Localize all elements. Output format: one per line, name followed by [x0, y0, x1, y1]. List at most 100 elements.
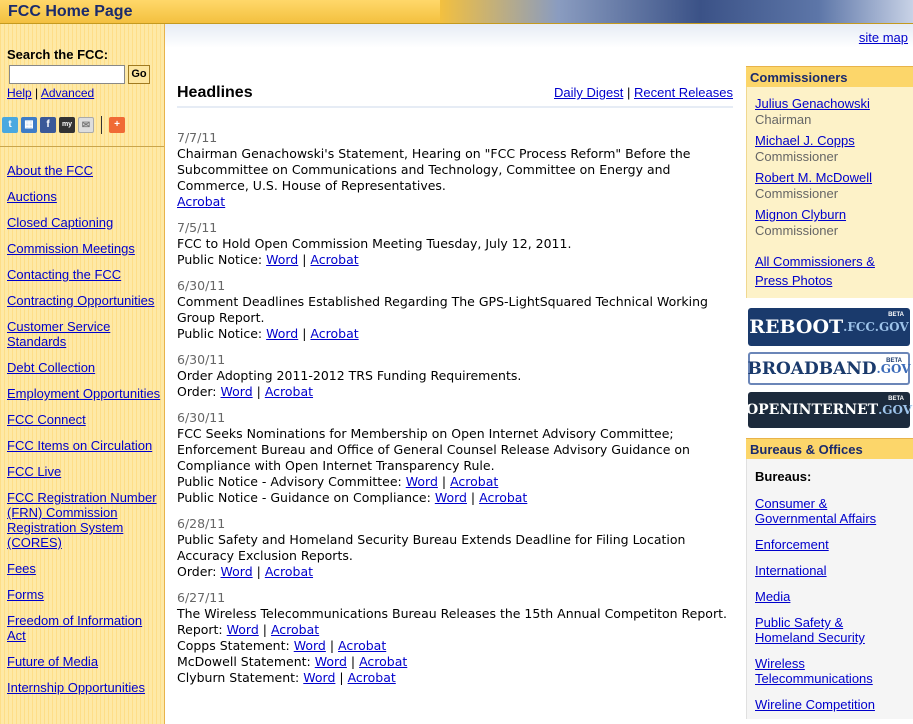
document-label: McDowell Statement:: [177, 654, 311, 669]
left-nav-link[interactable]: Closed Captioning: [7, 215, 162, 230]
left-nav-link[interactable]: Customer Service Standards: [7, 319, 162, 349]
link-separator: |: [298, 326, 311, 341]
search-label: Search the FCC:: [7, 47, 109, 62]
headline-date: 6/30/11: [177, 278, 226, 293]
commissioner-name-link[interactable]: Mignon Clyburn: [755, 207, 846, 222]
left-nav-link[interactable]: Fees: [7, 561, 162, 576]
headline-item: 6/28/11 Public Safety and Homeland Securi…: [177, 516, 733, 580]
headline-text: Public Safety and Homeland Security Bure…: [177, 532, 686, 563]
document-links-row: McDowell Statement: Word | Acrobat: [177, 654, 733, 670]
left-nav-link[interactable]: FCC Registration Number (FRN) Commission…: [7, 490, 162, 550]
recent-releases-link[interactable]: Recent Releases: [634, 85, 733, 100]
document-links-row: Report: Word | Acrobat: [177, 622, 733, 638]
word-document-link[interactable]: Word: [266, 252, 298, 267]
bureau-link[interactable]: Wireline Competition: [755, 697, 905, 712]
advanced-search-link[interactable]: Advanced: [41, 86, 94, 100]
commissioners-header: Commissioners: [746, 66, 913, 87]
bureaus-box: Bureaus: Consumer & Governmental Affairs…: [746, 459, 913, 719]
help-link[interactable]: Help: [7, 86, 32, 100]
bureau-link[interactable]: International: [755, 563, 905, 578]
myspace-icon[interactable]: my: [59, 117, 75, 133]
acrobat-document-link[interactable]: Acrobat: [265, 384, 313, 399]
left-nav-link[interactable]: About the FCC: [7, 163, 162, 178]
bureau-link[interactable]: Consumer & Governmental Affairs: [755, 496, 905, 526]
beta-badge: BETA: [888, 396, 904, 402]
acrobat-document-link[interactable]: Acrobat: [310, 252, 358, 267]
site-map-link[interactable]: site map: [859, 30, 908, 45]
acrobat-document-link[interactable]: Acrobat: [338, 638, 386, 653]
openinternet-gov-logo[interactable]: OPENINTERNET .GOV BETA: [746, 392, 912, 428]
acrobat-document-link[interactable]: Acrobat: [265, 564, 313, 579]
left-nav-link[interactable]: Future of Media: [7, 654, 162, 669]
beta-badge: BETA: [886, 358, 902, 364]
document-links-row: Order: Word | Acrobat: [177, 564, 733, 580]
commissioner-role: Commissioner: [755, 149, 839, 164]
left-nav-link[interactable]: Employment Opportunities: [7, 386, 162, 401]
word-document-link[interactable]: Word: [294, 638, 326, 653]
daily-digest-link[interactable]: Daily Digest: [554, 85, 623, 100]
link-separator: |: [35, 86, 39, 100]
left-nav-link[interactable]: Debt Collection: [7, 360, 162, 375]
left-nav-link[interactable]: FCC Live: [7, 464, 162, 479]
acrobat-document-link[interactable]: Acrobat: [479, 490, 527, 505]
word-document-link[interactable]: Word: [221, 384, 253, 399]
word-document-link[interactable]: Word: [406, 474, 438, 489]
acrobat-document-link[interactable]: Acrobat: [359, 654, 407, 669]
acrobat-document-link[interactable]: Acrobat: [348, 670, 396, 685]
word-document-link[interactable]: Word: [303, 670, 335, 685]
commissioner-name-link[interactable]: Julius Genachowski: [755, 96, 870, 111]
document-links-row: Order: Word | Acrobat: [177, 384, 733, 400]
headline-date: 6/27/11: [177, 590, 226, 605]
left-nav-link[interactable]: FCC Connect: [7, 412, 162, 427]
broadband-gov-logo[interactable]: BROADBAND .GOV BETA: [747, 352, 911, 385]
delicious-icon[interactable]: ▦: [21, 117, 37, 133]
addthis-plus-icon[interactable]: +: [109, 117, 125, 133]
bureau-link[interactable]: Wireless Telecommunications: [755, 656, 905, 686]
left-nav: About the FCC Auctions Closed Captioning Co…: [7, 163, 162, 706]
acrobat-document-link[interactable]: Acrobat: [310, 326, 358, 341]
left-nav-link[interactable]: Commission Meetings: [7, 241, 162, 256]
headline-text: Order Adopting 2011-2012 TRS Funding Req…: [177, 368, 522, 383]
link-separator: |: [626, 85, 631, 100]
acrobat-document-link[interactable]: Acrobat: [271, 622, 319, 637]
commissioner-name-link[interactable]: Michael J. Copps: [755, 133, 855, 148]
headlines-header: Headlines Daily Digest | Recent Releases: [177, 84, 733, 108]
headline-text: FCC to Hold Open Commission Meeting Tues…: [177, 236, 572, 251]
headline-date: 6/28/11: [177, 516, 226, 531]
all-commissioners-link[interactable]: All Commissioners & Press Photos: [755, 254, 875, 288]
facebook-icon[interactable]: f: [40, 117, 56, 133]
commissioner-name-link[interactable]: Robert M. McDowell: [755, 170, 872, 185]
reboot-fcc-logo[interactable]: REBOOT .FCC.GOV BETA: [748, 308, 910, 346]
left-nav-link[interactable]: Contacting the FCC: [7, 267, 162, 282]
page-title: FCC Home Page: [8, 3, 133, 20]
twitter-icon[interactable]: t: [2, 117, 18, 133]
word-document-link[interactable]: Word: [227, 622, 259, 637]
go-button[interactable]: Go: [128, 65, 150, 84]
email-icon[interactable]: ✉: [78, 117, 94, 133]
left-nav-link[interactable]: Contracting Opportunities: [7, 293, 162, 308]
document-label: Order:: [177, 564, 217, 579]
sidebar-divider: [0, 146, 164, 148]
word-document-link[interactable]: Word: [435, 490, 467, 505]
acrobat-document-link[interactable]: Acrobat: [177, 194, 225, 209]
word-document-link[interactable]: Word: [315, 654, 347, 669]
bureaus-header: Bureaus & Offices: [746, 438, 913, 459]
bureau-link[interactable]: Public Safety & Homeland Security: [755, 615, 905, 645]
left-nav-link[interactable]: Forms: [7, 587, 162, 602]
left-nav-link[interactable]: Freedom of Information Act: [7, 613, 162, 643]
link-separator: |: [346, 654, 360, 669]
bureau-link[interactable]: Media: [755, 589, 905, 604]
left-nav-link[interactable]: Auctions: [7, 189, 162, 204]
share-bar: t ▦ f my ✉ +: [2, 116, 125, 134]
search-links: Help | Advanced: [7, 86, 94, 100]
word-document-link[interactable]: Word: [221, 564, 253, 579]
left-nav-link[interactable]: FCC Items on Circulation: [7, 438, 162, 453]
left-sidebar: Search the FCC: Go Help | Advanced t ▦ f…: [0, 24, 165, 724]
search-input[interactable]: [9, 65, 125, 84]
left-nav-link[interactable]: Internship Opportunities: [7, 680, 162, 695]
bureaus-label: Bureaus:: [755, 469, 812, 484]
word-document-link[interactable]: Word: [266, 326, 298, 341]
document-label: Clyburn Statement:: [177, 670, 300, 685]
bureau-link[interactable]: Enforcement: [755, 537, 905, 552]
acrobat-document-link[interactable]: Acrobat: [450, 474, 498, 489]
